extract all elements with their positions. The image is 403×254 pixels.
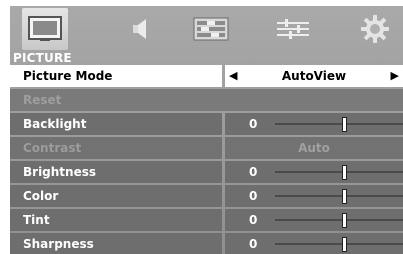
brightness-label: Brightness [10,161,222,183]
menu-tab-bar [10,6,403,51]
section-title: PICTURE [13,51,72,65]
slider-track [275,195,403,197]
slider-track [275,243,403,245]
contrast-value-box: Auto [225,137,403,159]
contrast-value: Auto [298,141,330,155]
slider-track [275,219,403,221]
row-brightness[interactable]: Brightness 0 [10,161,403,183]
arrow-right-icon[interactable]: ▶ [391,65,399,87]
slider-track [275,123,403,125]
adjust-icon [277,19,309,39]
sharpness-value: 0 [249,237,258,251]
row-tint[interactable]: Tint 0 [10,209,403,231]
backlight-slider[interactable]: 0 [225,113,403,135]
row-sharpness[interactable]: Sharpness 0 [10,233,403,254]
setup-icon [193,17,229,41]
slider-thumb[interactable] [342,237,348,252]
slider-thumb[interactable] [342,117,348,132]
tab-adjust[interactable] [270,8,316,50]
sharpness-slider[interactable]: 0 [225,233,403,254]
slider-thumb[interactable] [342,165,348,180]
picture-mode-selector[interactable]: ◀ AutoView ▶ [225,65,403,87]
tab-setup[interactable] [188,8,234,50]
brightness-slider[interactable]: 0 [225,161,403,183]
backlight-value: 0 [249,117,258,131]
options-icon [361,15,389,43]
sound-icon [133,19,146,39]
slider-track [275,171,403,173]
reset-label: Reset [10,89,403,111]
color-slider[interactable]: 0 [225,185,403,207]
tint-label: Tint [10,209,222,231]
row-reset: Reset [10,89,403,111]
brightness-value: 0 [249,165,258,179]
slider-thumb[interactable] [342,189,348,204]
color-value: 0 [249,189,258,203]
backlight-label: Backlight [10,113,222,135]
sharpness-label: Sharpness [10,233,222,254]
tint-value: 0 [249,213,258,227]
row-color[interactable]: Color 0 [10,185,403,207]
tint-slider[interactable]: 0 [225,209,403,231]
row-backlight[interactable]: Backlight 0 [10,113,403,135]
tab-options[interactable] [352,8,398,50]
tab-sound[interactable] [118,8,164,50]
picture-mode-value: AutoView [281,69,347,83]
slider-thumb[interactable] [342,213,348,228]
picture-settings-menu: PICTURE Picture Mode ◀ AutoView ▶ Reset … [10,6,403,254]
color-label: Color [10,185,222,207]
contrast-label: Contrast [10,137,222,159]
row-picture-mode[interactable]: Picture Mode ◀ AutoView ▶ [10,65,403,87]
row-contrast: Contrast Auto [10,137,403,159]
tab-picture[interactable] [22,8,68,50]
picture-mode-label: Picture Mode [10,65,222,87]
picture-icon [28,16,62,41]
